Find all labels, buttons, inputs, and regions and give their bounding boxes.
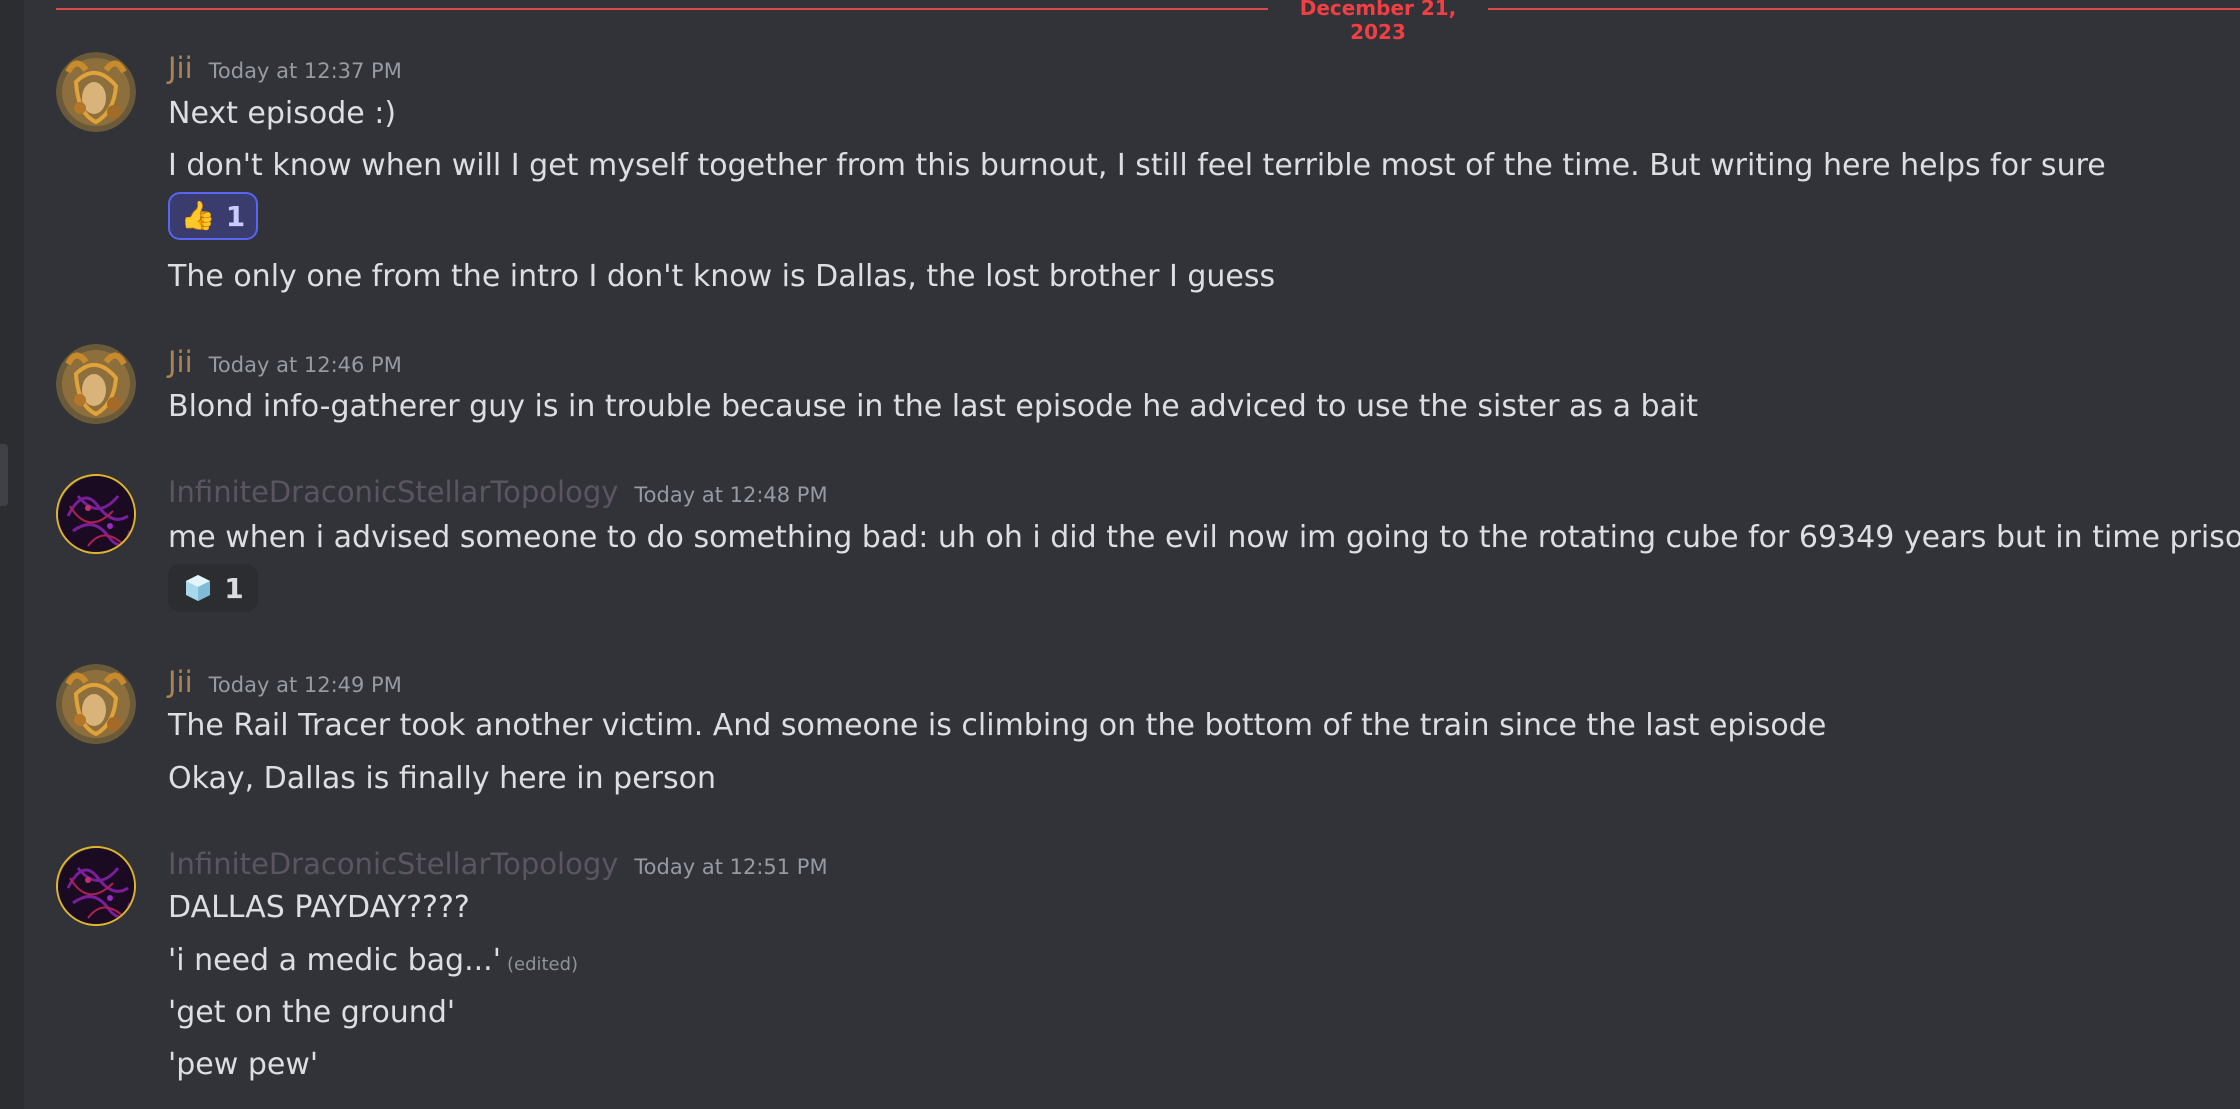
- date-divider: December 21, 2023: [56, 0, 2240, 44]
- timestamp[interactable]: Today at 12:46 PM: [209, 353, 402, 377]
- timestamp[interactable]: Today at 12:51 PM: [634, 855, 827, 879]
- reaction-count: 1: [225, 199, 246, 233]
- reaction-count: 1: [224, 571, 244, 605]
- message-text: Okay, Dallas is finally here in person: [168, 761, 716, 796]
- jii-avatar[interactable]: [56, 52, 136, 132]
- scroll-handle[interactable]: [0, 444, 8, 506]
- divider-line-left: [56, 8, 1268, 10]
- message-header: InfiniteDraconicStellarTopology Today at …: [168, 474, 828, 510]
- message-text: me when i advised someone to do somethin…: [168, 520, 2240, 555]
- jii-avatar-art-icon: [56, 664, 136, 744]
- ice-cube-icon: [186, 575, 211, 601]
- jii-avatar[interactable]: [56, 664, 136, 744]
- ids-avatar[interactable]: [56, 846, 136, 926]
- ids-avatar-art-icon: [58, 848, 134, 924]
- username[interactable]: Jii: [168, 345, 193, 379]
- message-text: 'pew pew': [168, 1047, 319, 1082]
- jii-avatar-art-icon: [56, 52, 136, 132]
- message-text: The Rail Tracer took another victim. And…: [168, 708, 1827, 743]
- edited-label: (edited): [506, 954, 579, 975]
- message-header: Jii Today at 12:37 PM: [168, 50, 402, 86]
- message-text: 'i need a medic bag...': [168, 943, 501, 978]
- reaction-ice-cube[interactable]: 1: [168, 564, 258, 612]
- message-text: 'get on the ground': [168, 995, 456, 1030]
- message-text: Next episode :): [168, 96, 397, 131]
- username[interactable]: Jii: [168, 51, 193, 85]
- message-text: DALLAS PAYDAY????: [168, 890, 470, 925]
- message-header: Jii Today at 12:46 PM: [168, 344, 402, 380]
- divider-line-right: [1488, 8, 2240, 10]
- message-text: Blond info-gatherer guy is in trouble be…: [168, 389, 1699, 424]
- username[interactable]: Jii: [168, 665, 193, 699]
- message-header: InfiniteDraconicStellarTopology Today at …: [168, 846, 828, 882]
- timestamp[interactable]: Today at 12:48 PM: [634, 483, 827, 507]
- message-line-edited: 'i need a medic bag...' (edited): [168, 943, 578, 983]
- jii-avatar[interactable]: [56, 344, 136, 424]
- left-rail: [0, 0, 24, 1109]
- timestamp[interactable]: Today at 12:49 PM: [209, 673, 402, 697]
- jii-avatar-art-icon: [56, 344, 136, 424]
- message-text: I don't know when will I get myself toge…: [168, 148, 2106, 183]
- ids-avatar[interactable]: [56, 474, 136, 554]
- username[interactable]: InfiniteDraconicStellarTopology: [168, 475, 618, 509]
- username[interactable]: InfiniteDraconicStellarTopology: [168, 847, 618, 881]
- divider-date: December 21, 2023: [1299, 0, 1457, 44]
- thumbs-up-icon: 👍: [180, 199, 216, 232]
- reaction-thumbs-up[interactable]: 👍 1: [168, 192, 258, 240]
- message-text: The only one from the intro I don't know…: [168, 259, 1276, 294]
- timestamp[interactable]: Today at 12:37 PM: [209, 59, 402, 83]
- ids-avatar-art-icon: [58, 476, 134, 552]
- message-header: Jii Today at 12:49 PM: [168, 664, 402, 700]
